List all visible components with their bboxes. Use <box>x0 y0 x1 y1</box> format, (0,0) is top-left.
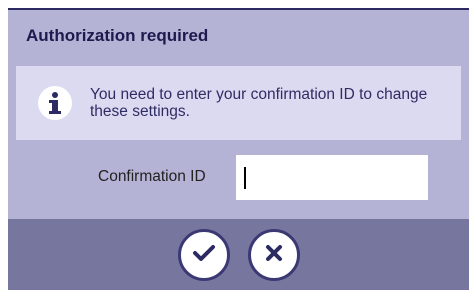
info-icon <box>38 86 72 120</box>
close-icon <box>263 242 285 267</box>
confirm-button[interactable] <box>177 228 230 281</box>
info-message: You need to enter your confirmation ID t… <box>90 86 428 120</box>
confirmation-id-label: Confirmation ID <box>98 168 206 185</box>
checkmark-icon <box>191 242 217 267</box>
dialog-title: Authorization required <box>26 26 209 45</box>
dialog-footer <box>8 219 469 290</box>
info-banner: You need to enter your confirmation ID t… <box>16 66 461 140</box>
text-cursor <box>244 167 246 189</box>
cancel-button[interactable] <box>247 228 300 281</box>
dialog-titlebar: Authorization required <box>8 10 469 62</box>
confirmation-id-input[interactable] <box>236 155 428 200</box>
confirmation-id-row: Confirmation ID <box>8 155 469 200</box>
authorization-dialog: Authorization required You need to enter… <box>8 8 469 290</box>
